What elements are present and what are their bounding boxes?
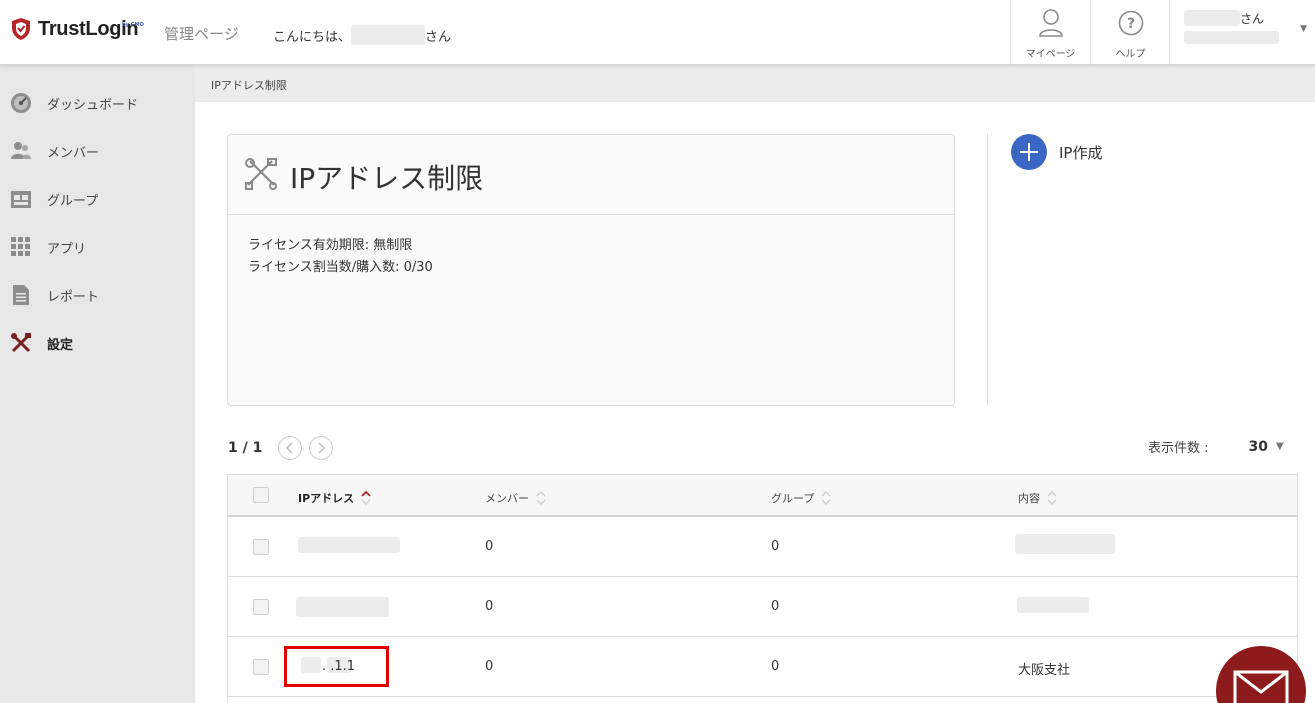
greeting-prefix: こんにちは、	[273, 29, 352, 45]
per-page-label: 表示件数 :	[1148, 441, 1209, 456]
sidebar-item-members[interactable]: メンバー	[0, 127, 195, 175]
per-page-value: 30	[1248, 438, 1268, 455]
column-label: グループ	[771, 492, 815, 505]
row-checkbox[interactable]	[253, 539, 269, 555]
ip-restriction-card: IPアドレス制限 ライセンス有効期限: 無制限 ライセンス割当数/購入数: 0/…	[227, 134, 955, 406]
sidebar-item-label: メンバー	[47, 145, 100, 161]
pagination: 1 / 1	[228, 436, 340, 460]
apps-grid-icon	[11, 237, 30, 256]
sidebar-item-label: レポート	[47, 289, 100, 305]
members-count: 0	[485, 599, 494, 614]
highlight-box	[284, 646, 389, 687]
user-menu[interactable]: さん ▼	[1169, 0, 1315, 65]
breadcrumb: IPアドレス制限	[211, 79, 287, 92]
table-header: IPアドレス メンバー グループ 内容	[228, 475, 1297, 517]
trustlogin-logo[interactable]: TrustLogin	[10, 14, 139, 44]
chevron-right-icon	[318, 442, 326, 454]
sidebar: ダッシュボード メンバー グループ アプリ レポート 設定	[0, 65, 195, 703]
members-count: 0	[485, 659, 494, 674]
sort-icon	[536, 491, 546, 505]
user-email-redacted	[1184, 31, 1279, 44]
row-checkbox[interactable]	[253, 659, 269, 675]
column-members[interactable]: メンバー	[485, 489, 546, 507]
ip-redacted	[298, 537, 400, 553]
card-header: IPアドレス制限	[228, 135, 954, 215]
next-page-button[interactable]	[309, 436, 334, 460]
user-name-redacted	[1184, 10, 1240, 26]
column-label: IPアドレス	[298, 492, 355, 505]
breadcrumb-bar: IPアドレス制限	[195, 65, 1315, 102]
sidebar-item-report[interactable]: レポート	[0, 271, 195, 319]
members-count: 0	[485, 539, 494, 554]
help-icon: ?	[1118, 10, 1144, 36]
chevron-down-icon: ▼	[1300, 24, 1307, 34]
vertical-divider	[987, 134, 988, 406]
tools-icon	[245, 158, 277, 190]
sidebar-item-label: グループ	[47, 193, 99, 209]
column-ip-address[interactable]: IPアドレス	[298, 489, 371, 507]
svg-text:?: ?	[1127, 16, 1135, 32]
prev-page-button[interactable]	[278, 436, 303, 460]
group-icon	[11, 191, 31, 208]
help-button[interactable]: ? ヘルプ	[1090, 0, 1170, 65]
column-groups[interactable]: グループ	[771, 489, 831, 507]
mypage-label: マイページ	[1025, 49, 1076, 60]
chevron-down-icon: ▼	[1276, 441, 1284, 452]
report-icon	[13, 285, 29, 305]
sidebar-item-label: 設定	[47, 337, 74, 353]
ip-redacted	[296, 597, 389, 617]
page-indicator: 1 / 1	[228, 440, 263, 456]
chevron-left-icon	[286, 442, 293, 454]
table-row[interactable]: 0 0	[228, 577, 1297, 637]
user-name-redacted	[351, 25, 426, 45]
brand-sub: by GMO	[122, 22, 144, 28]
mypage-button[interactable]: マイページ	[1010, 0, 1090, 65]
members-icon	[11, 142, 31, 159]
content-text: 大阪支社	[1018, 663, 1071, 678]
dashboard-icon	[11, 93, 31, 113]
select-all-checkbox[interactable]	[253, 487, 269, 503]
table-row[interactable]: 0 0	[228, 517, 1297, 577]
shield-logo-icon	[12, 18, 30, 40]
user-icon	[1039, 9, 1063, 37]
sidebar-item-settings[interactable]: 設定	[0, 319, 195, 367]
mail-icon	[1233, 670, 1289, 703]
sidebar-item-dashboard[interactable]: ダッシュボード	[0, 79, 195, 127]
groups-count: 0	[771, 659, 780, 674]
sidebar-item-apps[interactable]: アプリ	[0, 223, 195, 271]
create-ip-label: IP作成	[1059, 143, 1103, 162]
groups-count: 0	[771, 539, 780, 554]
row-checkbox[interactable]	[253, 599, 269, 615]
greeting: こんにちは、 さん	[273, 25, 451, 45]
content-redacted	[1015, 534, 1115, 554]
sort-icon	[821, 491, 831, 505]
content-redacted	[1017, 597, 1089, 613]
sidebar-item-group[interactable]: グループ	[0, 175, 195, 223]
column-label: メンバー	[485, 492, 529, 505]
groups-count: 0	[771, 599, 780, 614]
page-title: IPアドレス制限	[290, 162, 484, 195]
settings-tools-icon	[11, 333, 31, 353]
top-header: TrustLogin by GMO 管理ページ こんにちは、 さん マイページ …	[0, 0, 1315, 65]
greeting-suffix: さん	[425, 29, 452, 45]
user-suffix: さん	[1240, 12, 1265, 26]
per-page-select[interactable]: 表示件数 : 30 ▼	[1148, 437, 1284, 457]
create-ip-button[interactable]: IP作成	[1011, 134, 1102, 170]
sidebar-item-label: アプリ	[47, 241, 87, 257]
brand-name: TrustLogin	[38, 17, 139, 40]
sort-asc-icon	[361, 490, 371, 505]
license-period: ライセンス有効期限: 無制限	[248, 238, 413, 253]
sort-icon	[1047, 491, 1057, 505]
column-label: 内容	[1018, 492, 1040, 505]
license-count: ライセンス割当数/購入数: 0/30	[248, 260, 433, 275]
plus-icon	[1011, 134, 1047, 170]
help-label: ヘルプ	[1115, 49, 1146, 60]
admin-page-label: 管理ページ	[164, 25, 239, 43]
card-body: ライセンス有効期限: 無制限 ライセンス割当数/購入数: 0/30	[228, 215, 954, 299]
column-content[interactable]: 内容	[1018, 489, 1057, 507]
sidebar-item-label: ダッシュボード	[47, 97, 139, 113]
